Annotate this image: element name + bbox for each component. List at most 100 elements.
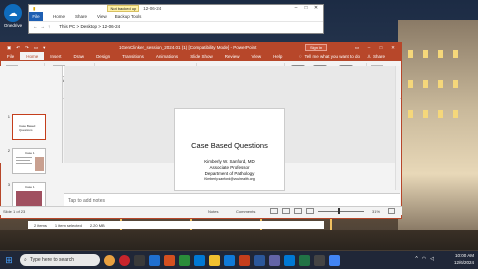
tab-animations[interactable]: Animations <box>150 52 184 61</box>
explorer-tab-backup-tools[interactable]: Backup Tools <box>115 14 142 19</box>
ribbon-display-icon[interactable]: ▭ <box>351 45 363 51</box>
slideshow-view-icon[interactable] <box>306 208 314 214</box>
word-icon[interactable] <box>254 254 265 266</box>
folder-icon: ▮ <box>33 5 36 11</box>
breadcrumb-desktop[interactable]: Desktop <box>80 24 97 29</box>
tab-view[interactable]: View <box>245 52 267 61</box>
app-icon[interactable] <box>224 254 235 266</box>
slide-title[interactable]: Case Based Questions <box>175 141 284 150</box>
notes-pane[interactable]: Tap to add notes <box>64 193 400 206</box>
close-icon[interactable]: ✕ <box>387 45 399 51</box>
slide-sorter-view-icon[interactable] <box>282 208 290 214</box>
file-explorer-window[interactable]: ▮ Not backed up 12-06-24 – □ ✕ File Home… <box>28 4 324 34</box>
edge-icon[interactable] <box>194 254 205 266</box>
current-slide[interactable]: Case Based Questions Kimberly W. Sanford… <box>174 108 285 191</box>
app-icon[interactable] <box>149 254 160 266</box>
zoom-slider[interactable] <box>318 211 364 212</box>
slide-subtitle-line[interactable]: Associate Professor <box>175 165 284 170</box>
share-button[interactable]: ♙ Share <box>367 52 385 61</box>
selection-size: 2.20 MB <box>89 222 105 228</box>
windows-start-icon[interactable]: ⊞ <box>0 251 18 269</box>
slideshow-start-icon[interactable]: ▭ <box>34 45 38 51</box>
breadcrumb[interactable]: This PC > Desktop > 12-06-24 <box>59 24 120 29</box>
normal-view-icon[interactable] <box>270 208 278 214</box>
explorer-address-bar[interactable]: ← → ↑ This PC > Desktop > 12-06-24 <box>29 21 323 30</box>
app-icon[interactable] <box>164 254 175 266</box>
app-icon[interactable] <box>314 254 325 266</box>
thumbnail-1[interactable]: 1 Case Based Questions <box>2 114 46 140</box>
ppt-title: 1GenClinker_session_2024.01 (1) [Compati… <box>119 45 257 50</box>
teams-icon[interactable] <box>269 254 280 266</box>
slide-editing-area[interactable]: Case Based Questions Kimberly W. Sanford… <box>64 66 400 191</box>
redo-icon[interactable]: ↷ <box>25 45 29 51</box>
zoom-slider-knob[interactable] <box>338 208 340 214</box>
building-photo <box>398 20 478 240</box>
taskbar-search[interactable]: ⌕ Type here to search <box>20 254 100 266</box>
fit-to-window-icon[interactable] <box>388 208 395 214</box>
clock-date: 12/6/2024 <box>453 260 474 265</box>
task-view-icon[interactable] <box>134 254 145 266</box>
chevron-up-icon[interactable]: ^ <box>415 256 417 262</box>
onedrive-desktop-shortcut[interactable]: ☁ Onedrive <box>2 4 24 30</box>
slide-thumbnails-pane[interactable]: 1 Case Based Questions 2 Case 1 3 Case 1 <box>0 66 63 208</box>
onedrive-label: Onedrive <box>3 23 23 28</box>
slide-subtitle-line[interactable]: Kimberly.sanford@vcuhealth.org <box>175 177 284 181</box>
gingerbread-icon[interactable] <box>104 254 115 266</box>
thumbnail-2[interactable]: 2 Case 1 <box>2 148 46 174</box>
tab-draw[interactable]: Draw <box>68 52 91 61</box>
customize-toolbar-icon[interactable]: ▾ <box>43 45 45 51</box>
lightbulb-icon: ♢ <box>298 53 303 59</box>
backup-status-badge[interactable]: Not backed up <box>107 5 140 12</box>
notes-placeholder: Tap to add notes <box>68 198 105 204</box>
app-icon[interactable] <box>179 254 190 266</box>
quick-access-toolbar: ▣ ↶ ↷ ▭ ▾ <box>7 45 45 51</box>
slide-subtitle-line[interactable]: Department of Pathology <box>175 171 284 176</box>
volume-icon[interactable]: ◁ <box>430 256 434 262</box>
thumbnail-3[interactable]: 3 Case 1 <box>2 182 46 208</box>
reading-view-icon[interactable] <box>294 208 302 214</box>
tab-help[interactable]: Help <box>267 52 288 61</box>
zoom-percentage[interactable]: 31% <box>372 209 380 214</box>
breadcrumb-folder[interactable]: 12-06-24 <box>102 24 120 29</box>
up-arrow-icon[interactable]: ↑ <box>48 24 50 29</box>
tab-file[interactable]: File <box>1 52 20 61</box>
comments-button[interactable]: Comments <box>236 209 255 214</box>
back-arrow-icon[interactable]: ← <box>33 24 38 29</box>
clock[interactable]: 10:00 AM 12/6/2024 <box>454 252 474 266</box>
explorer-ribbon-tabs: File Home Share View Backup Tools <box>29 12 323 21</box>
minimize-icon[interactable]: – <box>291 5 301 11</box>
minimize-icon[interactable]: – <box>363 45 375 51</box>
file-explorer-icon[interactable] <box>209 254 220 266</box>
sign-in-button[interactable]: Sign in <box>305 44 328 51</box>
maximize-icon[interactable]: □ <box>375 45 387 51</box>
system-tray: ^ ◠ ◁ <box>415 256 434 262</box>
explorer-tab-file[interactable]: File <box>29 12 43 21</box>
powerpoint-icon[interactable] <box>239 254 250 266</box>
breadcrumb-this-pc[interactable]: This PC <box>59 24 75 29</box>
vertical-scrollbar[interactable] <box>395 66 400 190</box>
network-icon[interactable]: ◠ <box>422 256 426 262</box>
ppt-window-controls: ▭ – □ ✕ <box>351 45 399 51</box>
explorer-tab-share[interactable]: Share <box>75 14 87 19</box>
excel-icon[interactable] <box>299 254 310 266</box>
tab-review[interactable]: Review <box>219 52 246 61</box>
red-app-icon[interactable] <box>119 254 130 266</box>
notes-button[interactable]: Notes <box>208 209 218 214</box>
tell-me-search[interactable]: ♢ Tell me what you want to do <box>298 52 360 61</box>
tab-home[interactable]: Home <box>20 52 45 61</box>
chrome-icon[interactable] <box>329 254 340 266</box>
outlook-icon[interactable] <box>284 254 295 266</box>
tab-transitions[interactable]: Transitions <box>116 52 150 61</box>
tab-slide-show[interactable]: Slide Show <box>184 52 219 61</box>
explorer-tab-view[interactable]: View <box>97 14 107 19</box>
ppt-titlebar: ▣ ↶ ↷ ▭ ▾ 1GenClinker_session_2024.01 (1… <box>1 43 401 52</box>
maximize-icon[interactable]: □ <box>301 5 311 11</box>
undo-icon[interactable]: ↶ <box>16 45 20 51</box>
close-icon[interactable]: ✕ <box>311 5 321 11</box>
tab-insert[interactable]: Insert <box>44 52 67 61</box>
forward-arrow-icon[interactable]: → <box>41 24 46 29</box>
explorer-tab-home[interactable]: Home <box>53 14 65 19</box>
save-icon[interactable]: ▣ <box>7 45 11 51</box>
tab-design[interactable]: Design <box>90 52 116 61</box>
slide-subtitle-line[interactable]: Kimberly W. Sanford, MD <box>175 159 284 164</box>
